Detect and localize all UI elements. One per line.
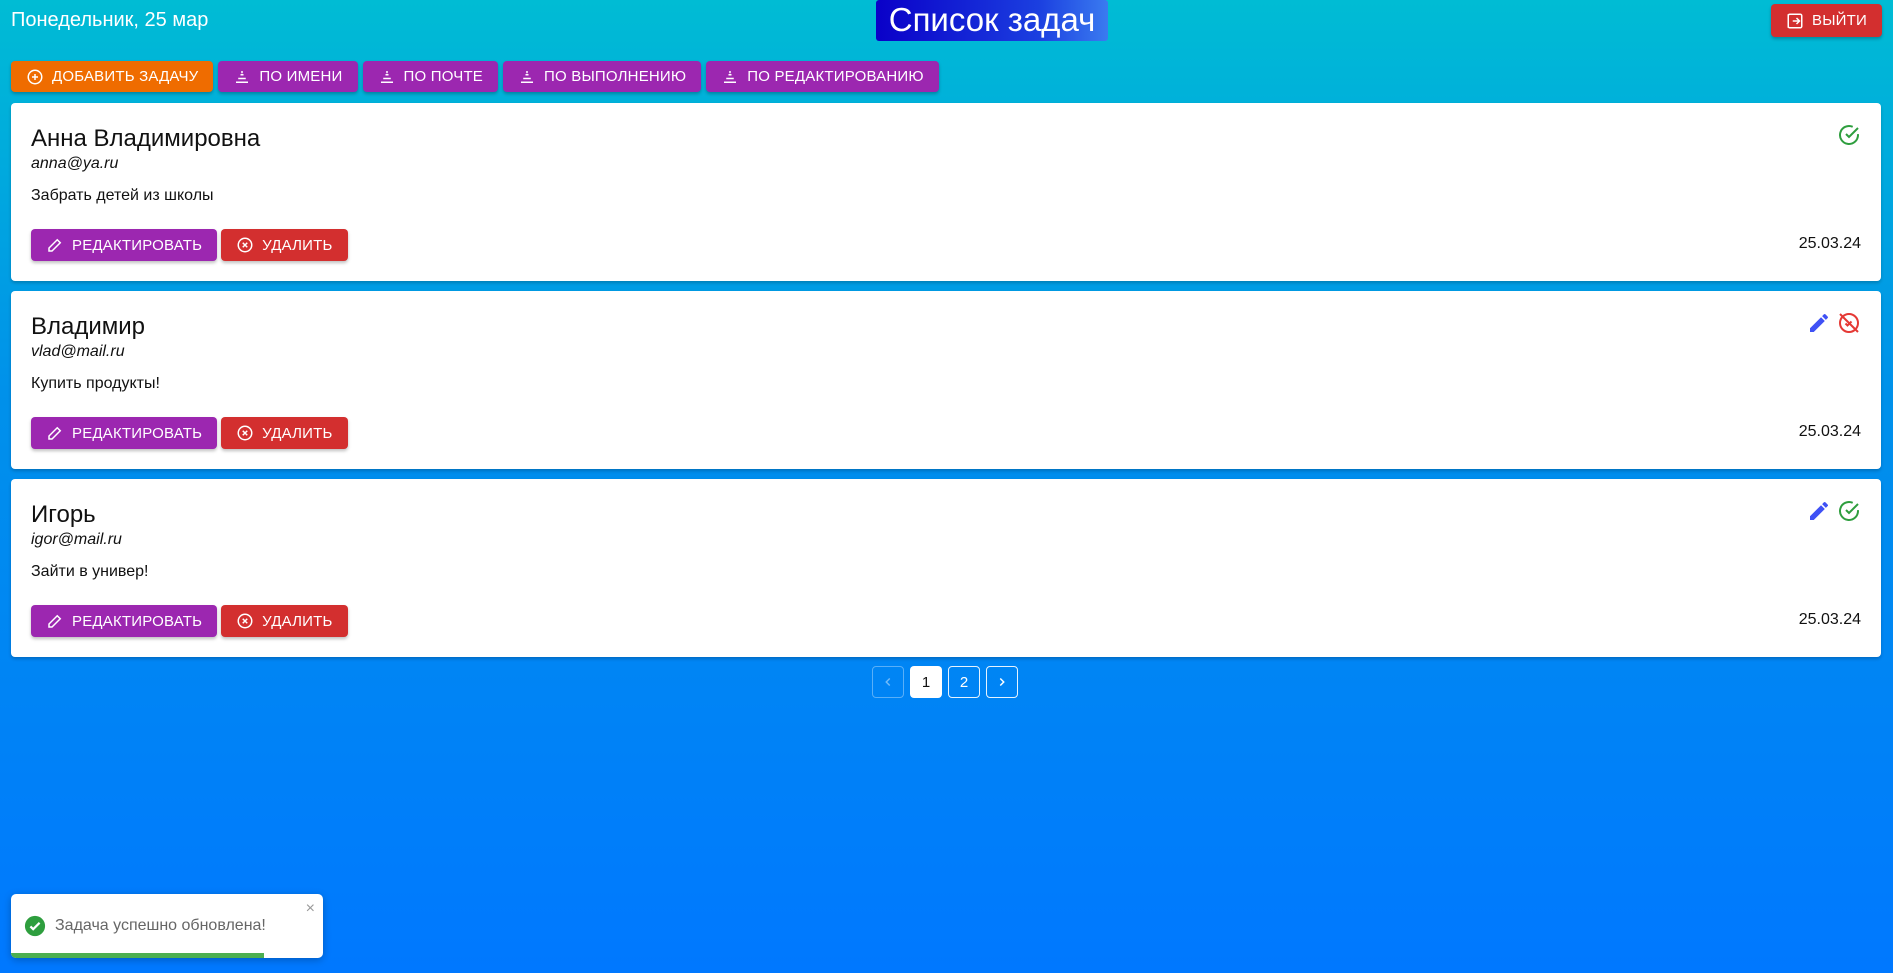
edit-label: Редактировать	[72, 424, 203, 442]
delete-task-button[interactable]: Удалить	[221, 605, 348, 637]
task-date: 25.03.24	[1798, 423, 1861, 440]
task-status	[1837, 123, 1861, 147]
logout-icon	[1787, 13, 1803, 28]
edited-pencil-icon	[1807, 311, 1831, 335]
not-done-icon	[1837, 311, 1861, 335]
logout-button[interactable]: Выйти	[1770, 4, 1882, 37]
logout-label: Выйти	[1811, 12, 1867, 29]
cancel-circle-icon	[237, 613, 253, 629]
edit-label: Редактировать	[72, 236, 203, 254]
toast-progress-bar	[11, 953, 264, 958]
sort-icon	[236, 70, 249, 83]
sort-toolbar: Добавить задачу По имени По почте По вып…	[11, 61, 939, 92]
delete-task-button[interactable]: Удалить	[221, 417, 348, 449]
edited-pencil-icon	[1807, 499, 1831, 523]
sort-by-done-label: По выполнению	[544, 68, 687, 85]
task-status	[1807, 499, 1861, 523]
task-author-name: Игорь	[31, 501, 96, 528]
edit-label: Редактировать	[72, 612, 203, 630]
previous-page-button[interactable]	[872, 666, 904, 698]
task-list: Анна Владимировна anna@ya.ru Забрать дет…	[11, 103, 1881, 667]
chevron-left-icon	[885, 677, 891, 687]
sort-by-done-button[interactable]: По выполнению	[503, 61, 702, 92]
task-date: 25.03.24	[1798, 235, 1861, 252]
task-text: Зайти в универ!	[31, 563, 149, 580]
done-check-icon	[1837, 123, 1861, 147]
cancel-circle-icon	[237, 237, 253, 253]
task-card: Анна Владимировна anna@ya.ru Забрать дет…	[11, 103, 1881, 281]
page-1-button[interactable]: 1	[910, 666, 942, 698]
page-2-button[interactable]: 2	[948, 666, 980, 698]
delete-label: Удалить	[262, 612, 333, 630]
sort-icon	[380, 70, 393, 83]
sort-icon	[724, 70, 737, 83]
edit-task-button[interactable]: Редактировать	[31, 417, 218, 449]
success-check-icon	[24, 915, 46, 937]
success-toast: Задача успешно обновлена! ×	[11, 894, 323, 958]
top-bar: Понедельник, 25 мар Список задач Выйти	[0, 0, 1893, 50]
task-card: Владимир vlad@mail.ru Купить продукты! Р…	[11, 291, 1881, 469]
toast-close-icon[interactable]: ×	[306, 900, 315, 918]
delete-label: Удалить	[262, 424, 333, 442]
task-author-email: vlad@mail.ru	[31, 343, 125, 360]
task-text: Забрать детей из школы	[31, 187, 214, 204]
done-check-icon	[1837, 499, 1861, 523]
add-task-button[interactable]: Добавить задачу	[11, 61, 214, 92]
cancel-circle-icon	[237, 425, 253, 441]
task-status	[1807, 311, 1861, 335]
task-author-email: igor@mail.ru	[31, 531, 122, 548]
sort-by-edited-button[interactable]: По редактированию	[706, 61, 939, 92]
page-title: Список задач	[876, 0, 1108, 41]
edit-task-button[interactable]: Редактировать	[31, 605, 218, 637]
sort-by-name-button[interactable]: По имени	[218, 61, 358, 92]
pencil-icon	[48, 238, 62, 252]
edit-task-button[interactable]: Редактировать	[31, 229, 218, 261]
pencil-icon	[48, 426, 62, 440]
sort-by-edited-label: По редактированию	[747, 68, 924, 85]
task-author-name: Владимир	[31, 313, 146, 340]
sort-by-name-label: По имени	[259, 68, 343, 85]
delete-label: Удалить	[262, 236, 333, 254]
task-text: Купить продукты!	[31, 375, 160, 392]
sort-by-email-label: По почте	[403, 68, 484, 85]
sort-by-email-button[interactable]: По почте	[362, 61, 499, 92]
add-circle-icon	[27, 69, 43, 84]
delete-task-button[interactable]: Удалить	[221, 229, 348, 261]
add-task-label: Добавить задачу	[52, 68, 199, 85]
pencil-icon	[48, 614, 62, 628]
next-page-button[interactable]	[986, 666, 1018, 698]
chevron-right-icon	[999, 677, 1005, 687]
toast-message: Задача успешно обновлена!	[55, 917, 266, 934]
current-date: Понедельник, 25 мар	[11, 9, 209, 31]
task-card: Игорь igor@mail.ru Зайти в универ! Редак…	[11, 479, 1881, 657]
task-author-email: anna@ya.ru	[31, 155, 119, 172]
pagination: 1 2	[872, 666, 1018, 698]
task-author-name: Анна Владимировна	[31, 125, 261, 152]
sort-icon	[521, 70, 534, 83]
task-date: 25.03.24	[1798, 611, 1861, 628]
